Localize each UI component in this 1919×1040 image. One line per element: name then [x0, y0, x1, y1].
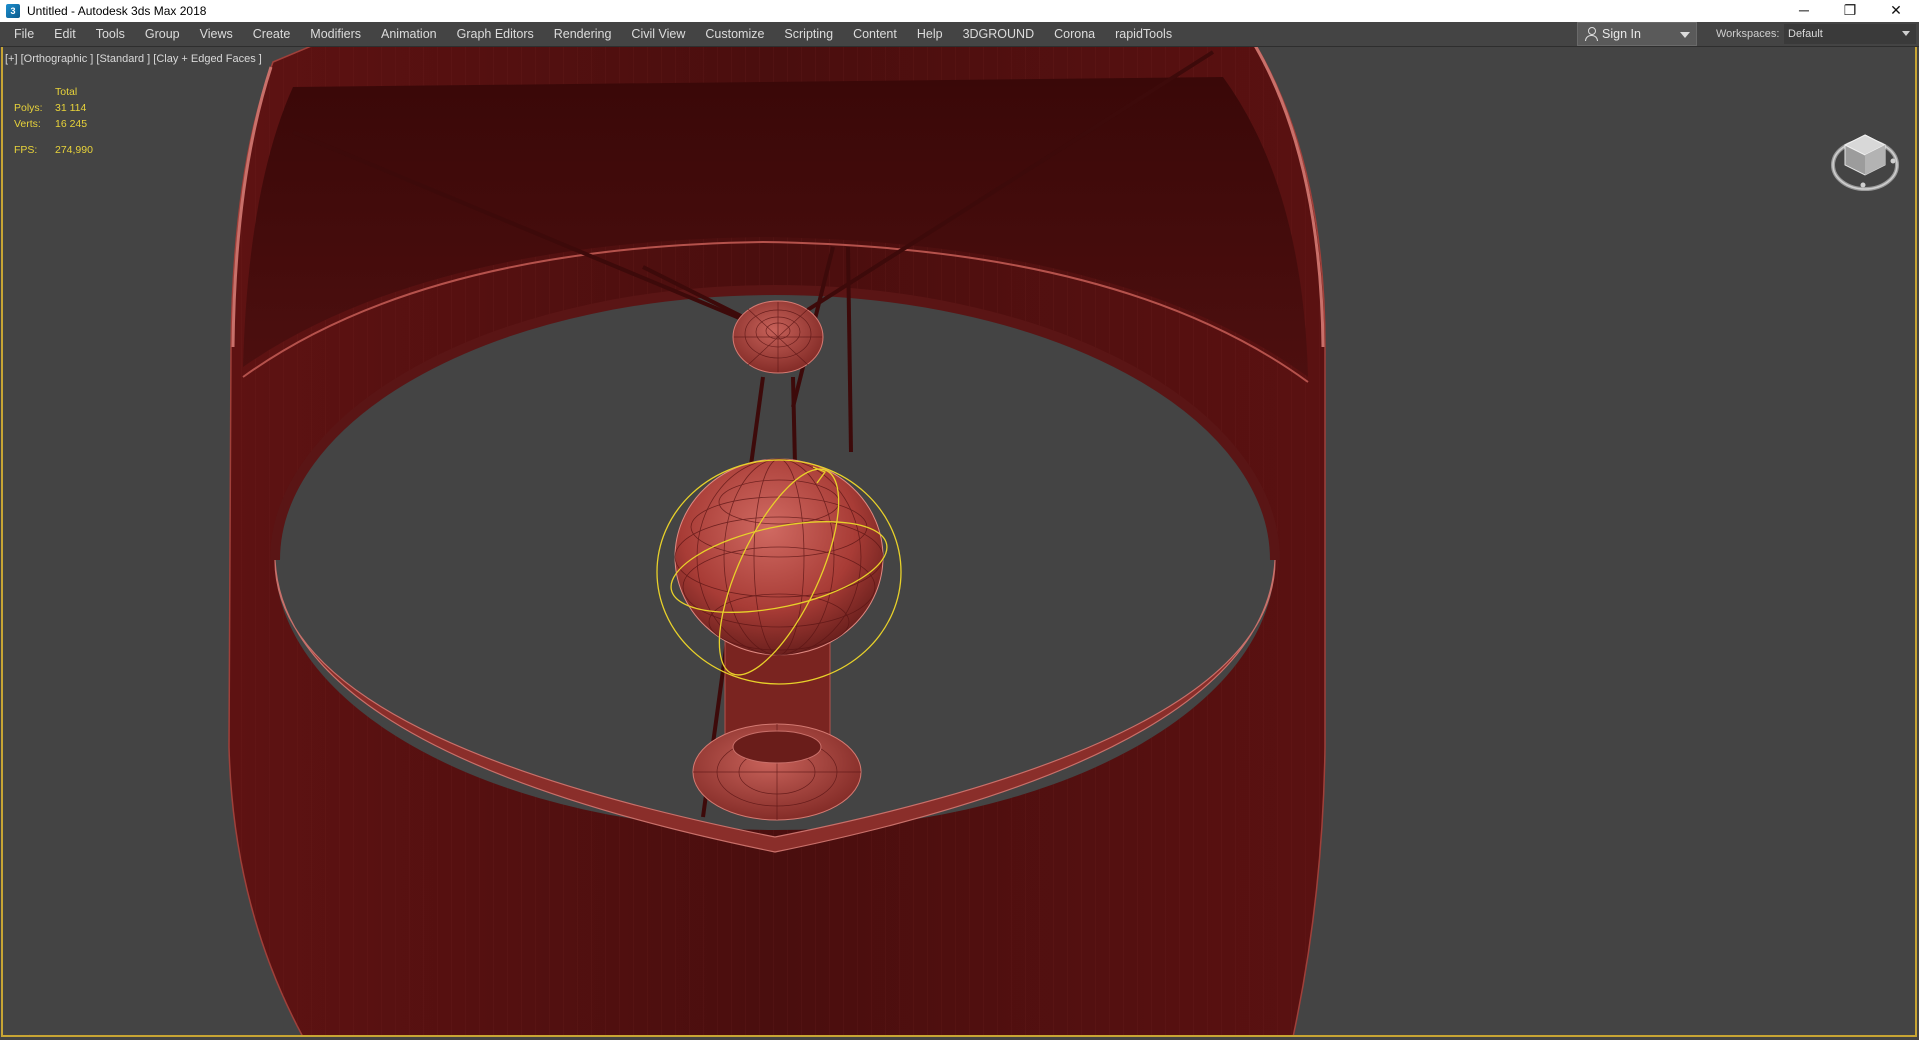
fps-label: FPS: [14, 144, 38, 156]
menu-edit[interactable]: Edit [44, 22, 86, 46]
perspective-viewport[interactable] [1, 47, 1917, 1037]
title-bar: 3 Untitled - Autodesk 3ds Max 2018 ─ ❐ ✕ [0, 0, 1919, 22]
window-controls: ─ ❐ ✕ [1781, 0, 1919, 22]
chevron-down-icon [1902, 31, 1910, 36]
workspaces-select[interactable]: Default [1784, 24, 1916, 44]
user-icon [1584, 27, 1598, 41]
viewport-scene[interactable] [3, 47, 1917, 1037]
menu-content[interactable]: Content [843, 22, 907, 46]
fps-value: 274,990 [55, 144, 93, 156]
chevron-down-icon [1680, 32, 1690, 38]
menu-views[interactable]: Views [190, 22, 243, 46]
workspaces-value: Default [1788, 28, 1823, 40]
menu-help[interactable]: Help [907, 22, 953, 46]
viewport-statistics: Total Polys: 31 114 Verts: 16 245 FPS: 274,… [14, 84, 93, 158]
axis-tripod-icon [29, 1034, 30, 1035]
menu-graph-editors[interactable]: Graph Editors [447, 22, 544, 46]
menu-scripting[interactable]: Scripting [774, 22, 843, 46]
lamp-base-collar [732, 730, 822, 764]
verts-value: 16 245 [55, 118, 88, 130]
polys-value: 31 114 [55, 102, 87, 114]
menu-rapidtools[interactable]: rapidTools [1105, 22, 1182, 46]
app-icon: 3 [6, 4, 20, 18]
menu-create[interactable]: Create [243, 22, 301, 46]
menu-group[interactable]: Group [135, 22, 190, 46]
close-button[interactable]: ✕ [1873, 0, 1919, 22]
stats-header: Total [55, 86, 78, 98]
sign-in-label: Sign In [1602, 27, 1641, 41]
menu-customize[interactable]: Customize [695, 22, 774, 46]
menu-animation[interactable]: Animation [371, 22, 447, 46]
menu-civil-view[interactable]: Civil View [621, 22, 695, 46]
viewcube-icon[interactable] [1829, 127, 1901, 193]
sign-in-dropdown[interactable]: Sign In [1577, 22, 1697, 46]
menu-tools[interactable]: Tools [86, 22, 135, 46]
minimize-button[interactable]: ─ [1781, 0, 1827, 22]
polys-label: Polys: [14, 102, 43, 114]
restore-button[interactable]: ❐ [1827, 0, 1873, 22]
window-title: Untitled - Autodesk 3ds Max 2018 [27, 4, 207, 18]
menu-3dground[interactable]: 3DGROUND [953, 22, 1045, 46]
menu-file[interactable]: File [4, 22, 44, 46]
workspaces-label: Workspaces: [1716, 28, 1780, 40]
menu-modifiers[interactable]: Modifiers [300, 22, 371, 46]
menu-corona[interactable]: Corona [1044, 22, 1105, 46]
viewport-label-menu[interactable]: [+] [Orthographic ] [Standard ] [Clay + … [5, 53, 262, 65]
verts-label: Verts: [14, 118, 41, 130]
menu-rendering[interactable]: Rendering [544, 22, 622, 46]
